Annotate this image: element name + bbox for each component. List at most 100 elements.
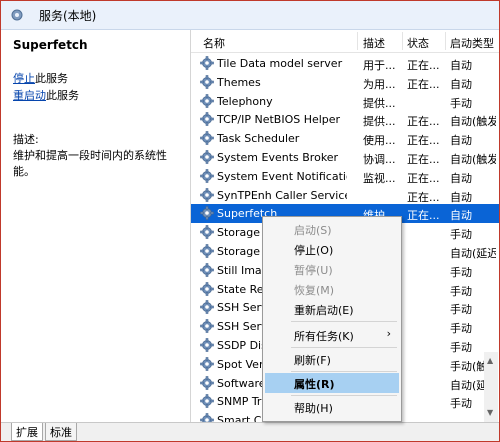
service-startup: 自动 [450, 209, 472, 223]
service-row[interactable]: Task Scheduler 使用... 正在... 自动 [191, 129, 499, 148]
service-gear-icon [200, 206, 214, 221]
title-bar: 服务(本地) [1, 1, 499, 30]
service-gear-icon [200, 131, 214, 145]
service-desc: 提供... [363, 115, 396, 129]
menu-item-stop[interactable]: 停止(O) [263, 239, 401, 259]
service-gear-icon [200, 187, 214, 202]
menu-label: 停止(O) [294, 244, 334, 257]
service-desc: 为用... [363, 77, 396, 91]
menu-item-all-tasks[interactable]: 所有任务(K) › [263, 325, 401, 345]
column-divider[interactable] [402, 32, 403, 50]
service-startup: 手动 [450, 322, 472, 336]
service-gear-icon [200, 394, 214, 409]
service-gear-icon [200, 356, 214, 371]
service-startup: 自动 [450, 59, 472, 72]
service-name: System Event Notification... [217, 169, 347, 183]
service-status: 正在... [407, 59, 440, 72]
menu-label: 刷新(F) [294, 354, 331, 367]
service-gear-icon [200, 375, 214, 390]
service-gear-icon [200, 300, 214, 315]
menu-label: 启动(S) [294, 224, 332, 237]
service-row[interactable]: SynTPEnh Caller Service 正在... 自动 [191, 186, 499, 205]
service-gear-icon [200, 56, 214, 70]
service-desc: 用于... [363, 59, 396, 72]
service-startup: 手动 [450, 265, 472, 279]
column-divider[interactable] [357, 32, 358, 50]
service-gear-icon [200, 93, 214, 108]
menu-item-properties[interactable]: 属性(R) [265, 373, 399, 393]
service-startup: 自动 [450, 190, 472, 204]
service-name: Task Scheduler [217, 132, 300, 146]
menu-item-start[interactable]: 启动(S) [263, 219, 401, 239]
tab-extended[interactable]: 扩展 [11, 423, 43, 441]
service-startup: 自动 [450, 134, 472, 148]
service-desc: 监视... [363, 171, 396, 185]
stop-service-link[interactable]: 停止 [13, 72, 35, 85]
service-gear-icon [200, 262, 214, 277]
service-startup: 自动(触发... [450, 153, 496, 166]
service-status: 正在... [407, 77, 440, 91]
service-row[interactable]: System Events Broker 协调... 正在... 自动(触发... [191, 148, 499, 167]
vertical-scrollbar[interactable]: ▲ ▼ [484, 352, 498, 422]
service-name: System Events Broker [217, 151, 339, 164]
restart-service-link[interactable]: 重启动 [13, 89, 46, 102]
service-gear-icon [200, 150, 214, 164]
service-startup: 自动 [450, 171, 472, 185]
restart-suffix: 此服务 [46, 89, 79, 102]
menu-item-resume[interactable]: 恢复(M) [263, 279, 401, 299]
service-gear-icon [200, 338, 214, 352]
menu-label: 帮助(H) [294, 402, 333, 415]
service-name: Tile Data model server [217, 57, 343, 70]
column-header-name[interactable]: 名称 [203, 35, 225, 51]
menu-separator [291, 371, 397, 372]
service-status: 正在... [407, 209, 440, 223]
service-row[interactable]: Telephony 提供... 手动 [191, 92, 499, 111]
service-startup: 自动 [450, 77, 472, 91]
menu-label: 恢复(M) [294, 284, 335, 297]
service-desc: 协调... [363, 153, 396, 166]
service-row[interactable]: Themes 为用... 正在... 自动 [191, 73, 499, 92]
menu-item-pause[interactable]: 暂停(U) [263, 259, 401, 279]
column-header-startup[interactable]: 启动类型 [450, 35, 494, 51]
service-desc: 使用... [363, 134, 396, 148]
services-gear-icon [11, 9, 23, 21]
menu-separator [291, 347, 397, 348]
menu-separator [291, 321, 397, 322]
stop-suffix: 此服务 [35, 72, 68, 85]
menu-item-help[interactable]: 帮助(H) [263, 397, 401, 417]
service-name: Themes [217, 75, 261, 89]
column-divider[interactable] [445, 32, 446, 50]
menu-item-restart[interactable]: 重新启动(E) [263, 299, 401, 319]
menu-separator [291, 395, 397, 396]
service-row[interactable]: TCP/IP NetBIOS Helper 提供... 正在... 自动(触发... [191, 110, 499, 129]
service-gear-icon [200, 413, 214, 422]
scroll-down-icon[interactable]: ▼ [487, 408, 493, 417]
description-pane: Superfetch 停止此服务 重启动此服务 描述: 维护和提高一段时间内的系… [1, 30, 188, 422]
service-gear-icon [200, 244, 214, 258]
menu-label: 暂停(U) [294, 264, 333, 277]
service-gear-icon [200, 74, 214, 89]
service-gear-icon [200, 168, 214, 183]
service-startup: 自动(触发... [450, 115, 496, 129]
service-gear-icon [200, 281, 214, 296]
window-title: 服务(本地) [39, 9, 97, 23]
service-name: SynTPEnh Caller Service [217, 188, 347, 202]
service-desc: 提供... [363, 96, 396, 110]
description-text: 维护和提高一段时间内的系统性能。 [13, 149, 167, 178]
service-status: 正在... [407, 115, 440, 129]
menu-item-refresh[interactable]: 刷新(F) [263, 349, 401, 369]
scroll-up-icon[interactable]: ▲ [487, 356, 493, 365]
tab-standard[interactable]: 标准 [45, 423, 77, 441]
service-startup: 手动 [450, 303, 472, 317]
service-row[interactable]: System Event Notification... 监视... 正在... 自动 [191, 167, 499, 186]
service-gear-icon [200, 112, 214, 127]
service-description: 描述: 维护和提高一段时间内的系统性能。 [13, 132, 188, 180]
service-name: Telephony [217, 94, 273, 108]
column-header-status[interactable]: 状态 [407, 35, 429, 51]
menu-label: 重新启动(E) [294, 304, 354, 317]
column-header-desc[interactable]: 描述 [363, 35, 385, 51]
service-row[interactable]: Tile Data model server 用于... 正在... 自动 [191, 54, 499, 73]
service-gear-icon [200, 319, 214, 333]
description-label: 描述: [13, 133, 39, 146]
submenu-arrow-icon: › [386, 327, 391, 340]
